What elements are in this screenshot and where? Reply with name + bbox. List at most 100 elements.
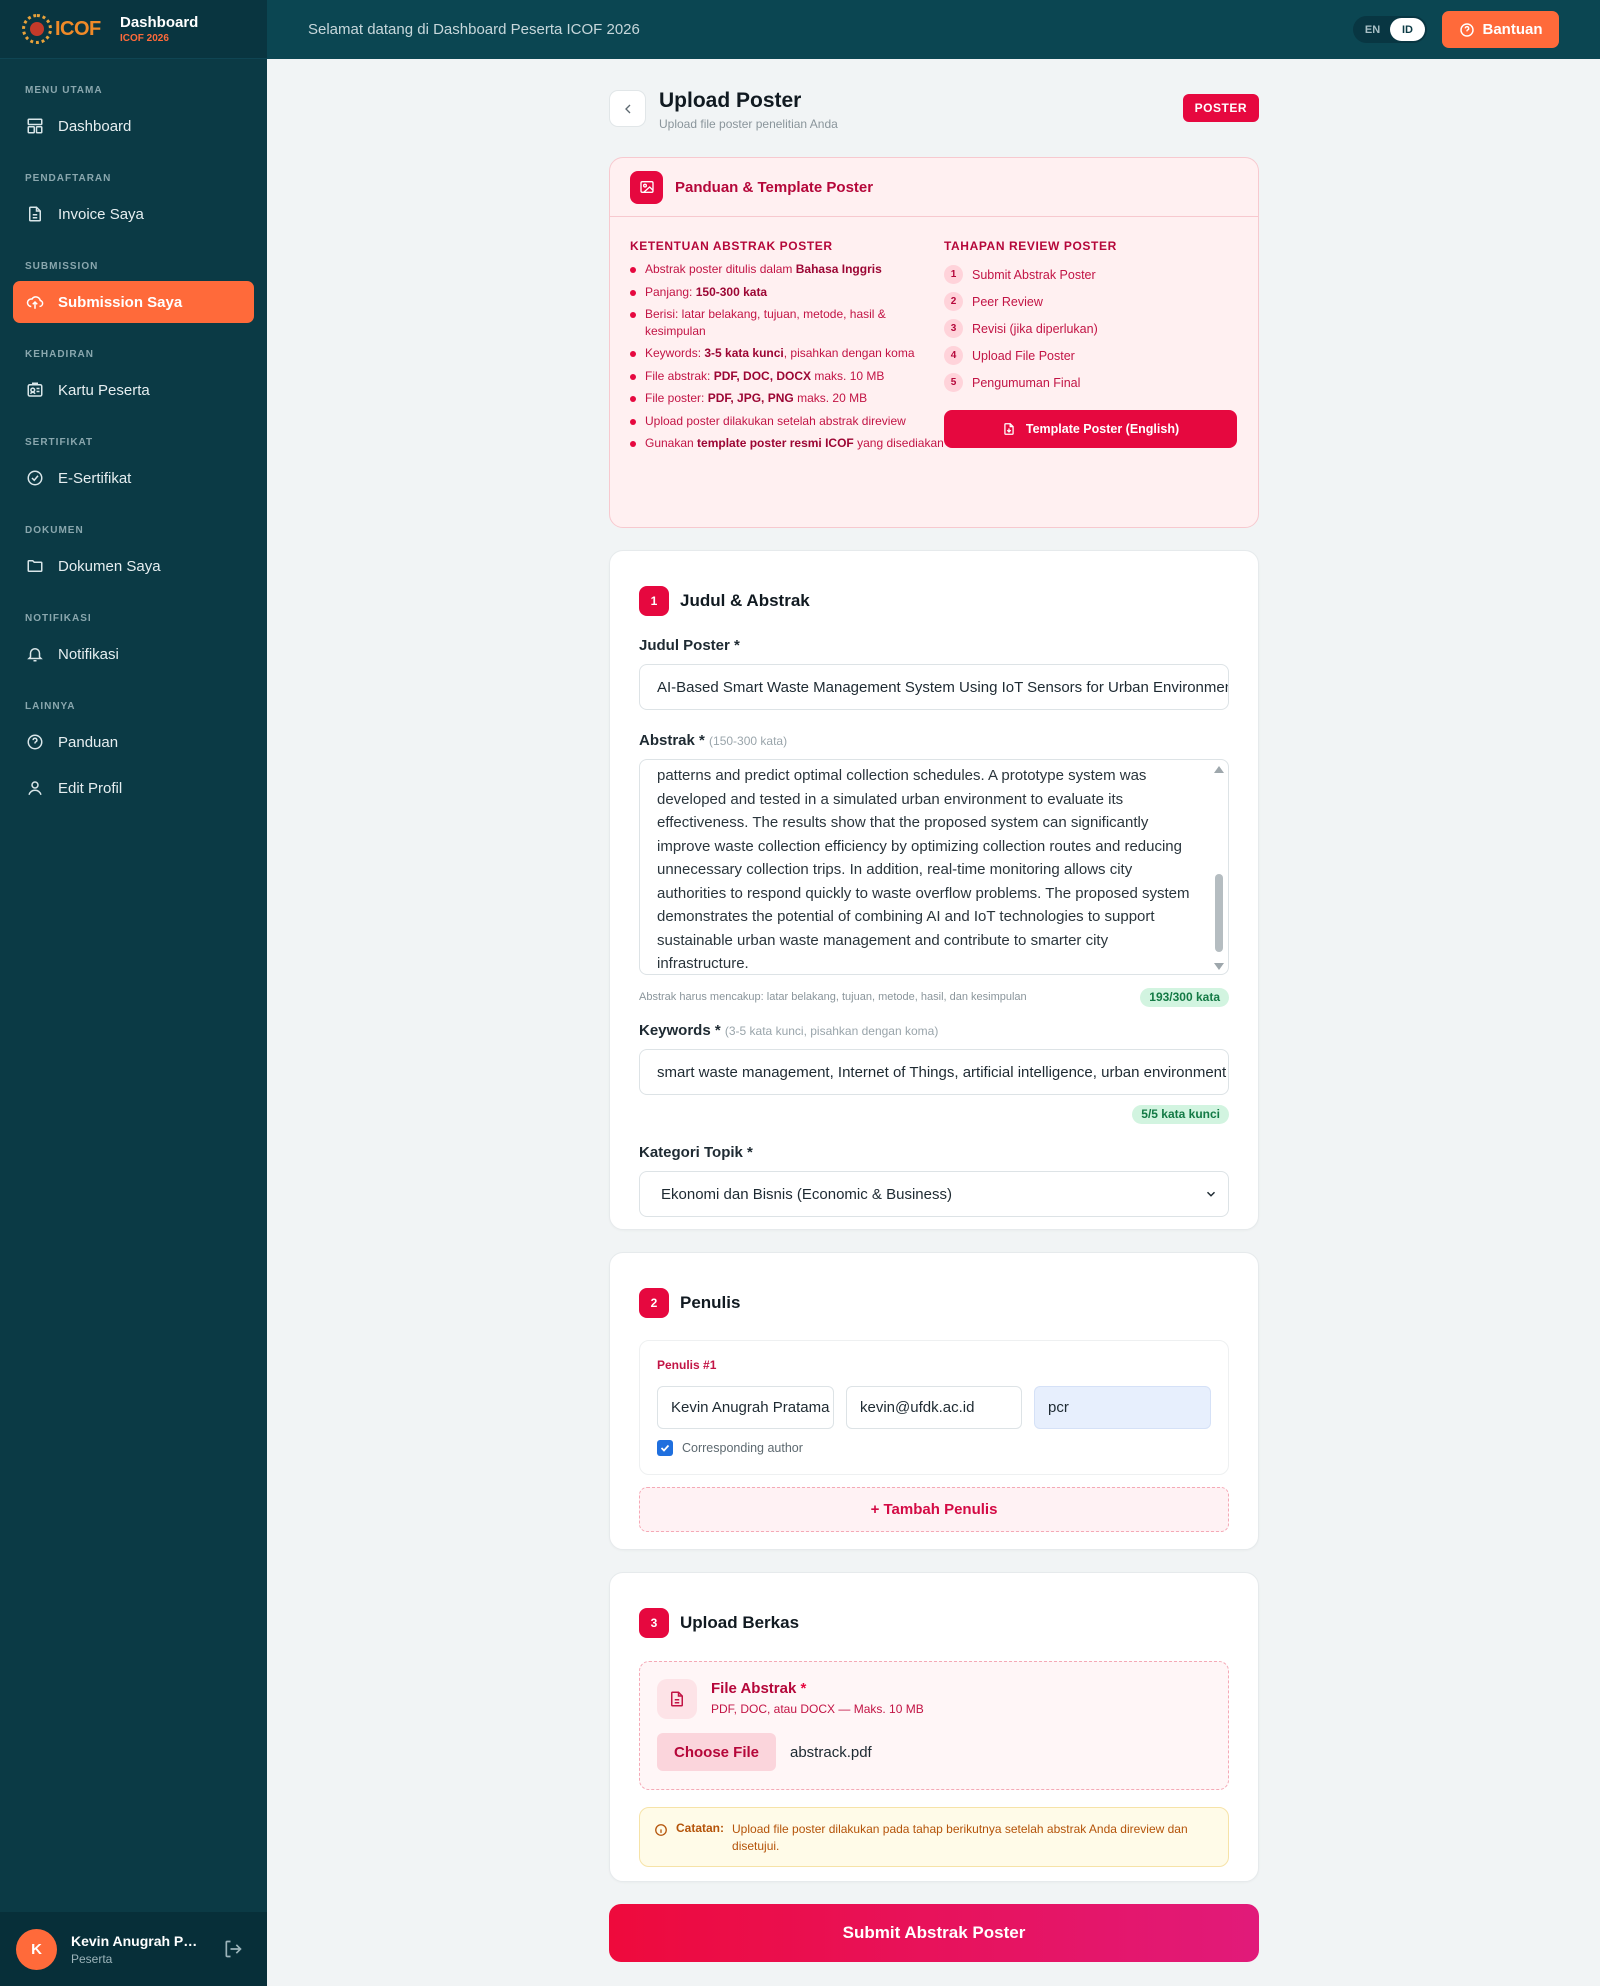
steps-heading: TAHAPAN REVIEW POSTER	[944, 239, 1117, 253]
scroll-up-icon[interactable]	[1214, 766, 1224, 773]
template-download-button[interactable]: Template Poster (English)	[944, 410, 1237, 448]
corresponding-label: Corresponding author	[682, 1441, 803, 1455]
review-step: 5 Pengumuman Final	[944, 369, 1237, 396]
scroll-thumb[interactable]	[1215, 874, 1223, 952]
bell-icon	[27, 648, 43, 662]
sidebar-item-submission[interactable]: Submission Saya	[13, 281, 254, 323]
abstract-hint: Abstrak harus mencakup: latar belakang, …	[639, 991, 1027, 1003]
help-circle-icon	[27, 734, 43, 750]
sidebar-item-edit-profil[interactable]: Edit Profil	[13, 767, 254, 809]
user-icon	[28, 781, 42, 796]
abstract-label: Abstrak * (150-300 kata)	[639, 732, 788, 749]
page-header: Upload Poster Upload file poster penelit…	[609, 59, 1259, 155]
sidebar-item-e-sertifikat[interactable]: E-Sertifikat	[13, 457, 254, 499]
dashboard-icon	[27, 118, 43, 134]
section-title: Penulis	[680, 1293, 741, 1312]
page-title: Upload Poster	[659, 89, 802, 112]
icof-logo[interactable]: ICOF	[22, 14, 108, 44]
check-circle-icon	[27, 470, 43, 486]
brand: ICOF Dashboard ICOF 2026	[0, 0, 267, 59]
chevron-down-icon	[1206, 1191, 1216, 1197]
word-count-badge: 193/300 kata	[1140, 987, 1229, 1007]
abstract-scrollbar[interactable]	[1214, 764, 1224, 972]
nav-section-label: SERTIFIKAT	[25, 437, 94, 448]
sidebar-item-label: Invoice Saya	[58, 205, 144, 223]
author-name-input[interactable]: Kevin Anugrah Pratama	[657, 1386, 834, 1429]
keywords-input[interactable]: smart waste management, Internet of Thin…	[639, 1049, 1229, 1095]
guide-title: Panduan & Template Poster	[675, 178, 874, 196]
user-name: Kevin Anugrah Pratama	[71, 1932, 201, 1949]
abstract-rules: KETENTUAN ABSTRAK POSTER Abstrak poster …	[630, 239, 944, 458]
sidebar-item-notifikasi[interactable]: Notifikasi	[13, 633, 254, 675]
id-card-icon	[27, 382, 43, 397]
submit-abstract-button[interactable]: Submit Abstrak Poster	[609, 1904, 1259, 1962]
back-button[interactable]	[609, 90, 646, 127]
sidebar-item-label: Dashboard	[58, 117, 132, 135]
sidebar-item-label: Kartu Peserta	[58, 381, 150, 399]
sidebar-item-invoice[interactable]: Invoice Saya	[13, 193, 254, 235]
section-number: 1	[639, 586, 669, 616]
poster-badge: POSTER	[1182, 94, 1259, 122]
sidebar-item-dashboard[interactable]: Dashboard	[13, 105, 254, 147]
sidebar-item-label: Submission Saya	[58, 293, 183, 311]
rule-item: Keywords: 3-5 kata kunci, pisahkan denga…	[630, 345, 944, 362]
file-icon	[657, 1679, 697, 1719]
sidebar-item-kartu-peserta[interactable]: Kartu Peserta	[13, 369, 254, 411]
user-panel: K Kevin Anugrah Pratama Peserta	[0, 1912, 267, 1986]
keywords-label: Keywords * (3-5 kata kunci, pisahkan den…	[639, 1022, 939, 1039]
abstract-textarea[interactable]: patterns and predict optimal collection …	[639, 759, 1229, 975]
help-button[interactable]: Bantuan	[1442, 11, 1559, 48]
review-step: 4 Upload File Poster	[944, 342, 1237, 369]
welcome-text: Selamat datang di Dashboard Peserta ICOF…	[308, 21, 640, 38]
choose-file-button[interactable]: Choose File	[657, 1733, 777, 1771]
selected-file-name: abstrack.pdf	[790, 1744, 872, 1761]
file-title: File Abstrak *	[711, 1680, 807, 1697]
author-affiliation-input[interactable]: pcr	[1034, 1386, 1211, 1429]
note-label: Catatan:	[676, 1821, 725, 1835]
sidebar-item-label: E-Sertifikat	[58, 469, 132, 487]
sidebar-item-panduan[interactable]: Panduan	[13, 721, 254, 763]
rules-heading: KETENTUAN ABSTRAK POSTER	[630, 239, 833, 253]
review-step: 1 Submit Abstrak Poster	[944, 261, 1237, 288]
info-icon	[655, 1824, 667, 1836]
main-content: Upload Poster Upload file poster penelit…	[609, 59, 1259, 1962]
rule-item: Gunakan template poster resmi ICOF yang …	[630, 435, 944, 452]
logout-icon[interactable]	[223, 1939, 243, 1959]
scroll-down-icon[interactable]	[1214, 963, 1224, 970]
lang-id-option[interactable]: ID	[1390, 18, 1425, 41]
author-tag: Penulis #1	[657, 1358, 717, 1372]
document-icon	[29, 206, 41, 222]
section-number: 2	[639, 1288, 669, 1318]
guide-panel: Panduan & Template Poster KETENTUAN ABST…	[609, 157, 1259, 528]
sidebar-item-dokumen[interactable]: Dokumen Saya	[13, 545, 254, 587]
abstract-text: patterns and predict optimal collection …	[657, 767, 1190, 972]
note-box: Catatan: Upload file poster dilakukan pa…	[639, 1807, 1229, 1867]
file-download-icon	[1004, 423, 1014, 435]
brand-title: Dashboard	[120, 14, 199, 31]
brand-subtitle: ICOF 2026	[120, 33, 169, 44]
title-input[interactable]: AI-Based Smart Waste Management System U…	[639, 664, 1229, 710]
add-author-button[interactable]: + Tambah Penulis	[639, 1487, 1229, 1532]
chevron-left-icon	[624, 104, 630, 113]
title-label: Judul Poster *	[639, 637, 740, 654]
corresponding-checkbox[interactable]	[657, 1440, 673, 1456]
help-button-label: Bantuan	[1482, 21, 1543, 38]
file-description: PDF, DOC, atau DOCX — Maks. 10 MB	[711, 1702, 924, 1716]
avatar[interactable]: K	[16, 1928, 57, 1970]
lang-en-option[interactable]: EN	[1355, 18, 1390, 41]
language-toggle[interactable]: EN ID	[1353, 16, 1427, 43]
sidebar-item-label: Panduan	[58, 733, 119, 751]
rule-item: Upload poster dilakukan setelah abstrak …	[630, 413, 944, 430]
page-subtitle: Upload file poster penelitian Anda	[659, 117, 838, 131]
rule-item: Abstrak poster ditulis dalam Bahasa Ingg…	[630, 261, 944, 278]
top-bar: Selamat datang di Dashboard Peserta ICOF…	[267, 0, 1600, 59]
image-icon	[630, 170, 663, 204]
section-number: 3	[639, 1608, 669, 1638]
category-select[interactable]: Ekonomi dan Bisnis (Economic & Business)	[639, 1171, 1229, 1217]
author-email-input[interactable]: kevin@ufdk.ac.id	[846, 1386, 1022, 1429]
file-upload-box: File Abstrak * PDF, DOC, atau DOCX — Mak…	[639, 1661, 1229, 1790]
sidebar: ICOF Dashboard ICOF 2026 MENU UTAMA Dash…	[0, 0, 267, 1986]
rule-item: Berisi: latar belakang, tujuan, metode, …	[630, 306, 944, 339]
nav-section-label: LAINNYA	[25, 701, 76, 712]
review-step: 2 Peer Review	[944, 288, 1237, 315]
